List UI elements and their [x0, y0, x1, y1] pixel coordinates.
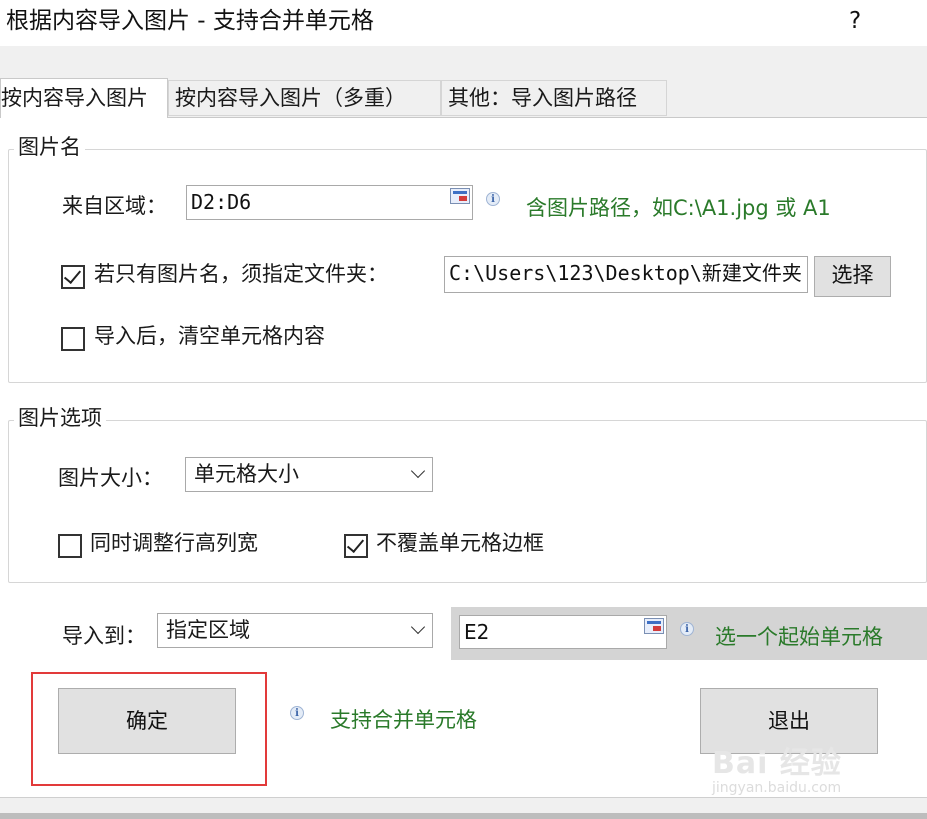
path-hint: 含图片路径，如C:\A1.jpg 或 A1	[526, 196, 831, 220]
import-to-dropdown[interactable]: 指定区域	[157, 613, 433, 648]
watermark-logo: Bai 经验	[712, 746, 842, 781]
folder-path-input[interactable]: C:\Users\123\Desktop\新建文件夹	[444, 256, 808, 293]
keep-border-label: 不覆盖单元格边框	[376, 531, 544, 555]
source-range-label: 来自区域：	[62, 194, 167, 218]
source-range-value: D2:D6	[191, 190, 252, 214]
info-icon: i	[290, 706, 304, 720]
tab-import-multiple[interactable]: 按内容导入图片（多重）	[168, 80, 441, 116]
import-to-value: 指定区域	[166, 618, 250, 642]
tab-import-path[interactable]: 其他：导入图片路径	[441, 80, 667, 116]
start-cell-input[interactable]: E2	[459, 615, 667, 649]
watermark-url: jingyan.baidu.com	[712, 780, 842, 796]
tab-label: 其他：导入图片路径	[448, 86, 637, 110]
tab-import-by-content[interactable]: 按内容导入图片	[0, 78, 168, 118]
tab-label: 按内容导入图片（多重）	[175, 86, 406, 110]
range-select-icon[interactable]	[644, 618, 664, 634]
merge-hint: 支持合并单元格	[330, 708, 477, 732]
start-cell-hint: 选一个起始单元格	[715, 625, 883, 649]
adjust-row-col-label: 同时调整行高列宽	[90, 531, 258, 555]
source-range-input[interactable]: D2:D6	[186, 185, 473, 220]
help-button[interactable]: ?	[849, 4, 861, 38]
keep-border-checkbox[interactable]	[344, 534, 368, 558]
clear-after-import-label: 导入后，清空单元格内容	[94, 324, 325, 348]
info-icon: i	[486, 192, 500, 206]
info-icon: i	[680, 622, 694, 636]
image-size-label: 图片大小：	[58, 466, 163, 490]
import-to-label: 导入到：	[62, 624, 146, 648]
folder-checkbox-label: 若只有图片名，须指定文件夹：	[94, 262, 388, 286]
start-cell-value: E2	[464, 620, 490, 644]
chevron-down-icon	[410, 619, 426, 635]
image-name-legend: 图片名	[14, 133, 85, 161]
clear-after-import-checkbox[interactable]	[61, 327, 85, 351]
image-options-group	[8, 420, 927, 583]
chevron-down-icon	[410, 463, 426, 479]
image-options-legend: 图片选项	[14, 404, 106, 432]
select-folder-button[interactable]: 选择	[814, 256, 891, 297]
folder-checkbox[interactable]	[61, 265, 85, 289]
tab-label: 按内容导入图片	[1, 86, 148, 110]
range-select-icon[interactable]	[450, 188, 470, 204]
ok-button[interactable]: 确定	[58, 688, 236, 754]
image-size-value: 单元格大小	[194, 462, 299, 486]
adjust-row-col-checkbox[interactable]	[58, 534, 82, 558]
window-title: 根据内容导入图片 - 支持合并单元格	[6, 8, 374, 34]
worksheet-strip	[0, 813, 927, 819]
folder-path-value: C:\Users\123\Desktop\新建文件夹	[449, 261, 802, 285]
image-size-dropdown[interactable]: 单元格大小	[185, 457, 433, 492]
